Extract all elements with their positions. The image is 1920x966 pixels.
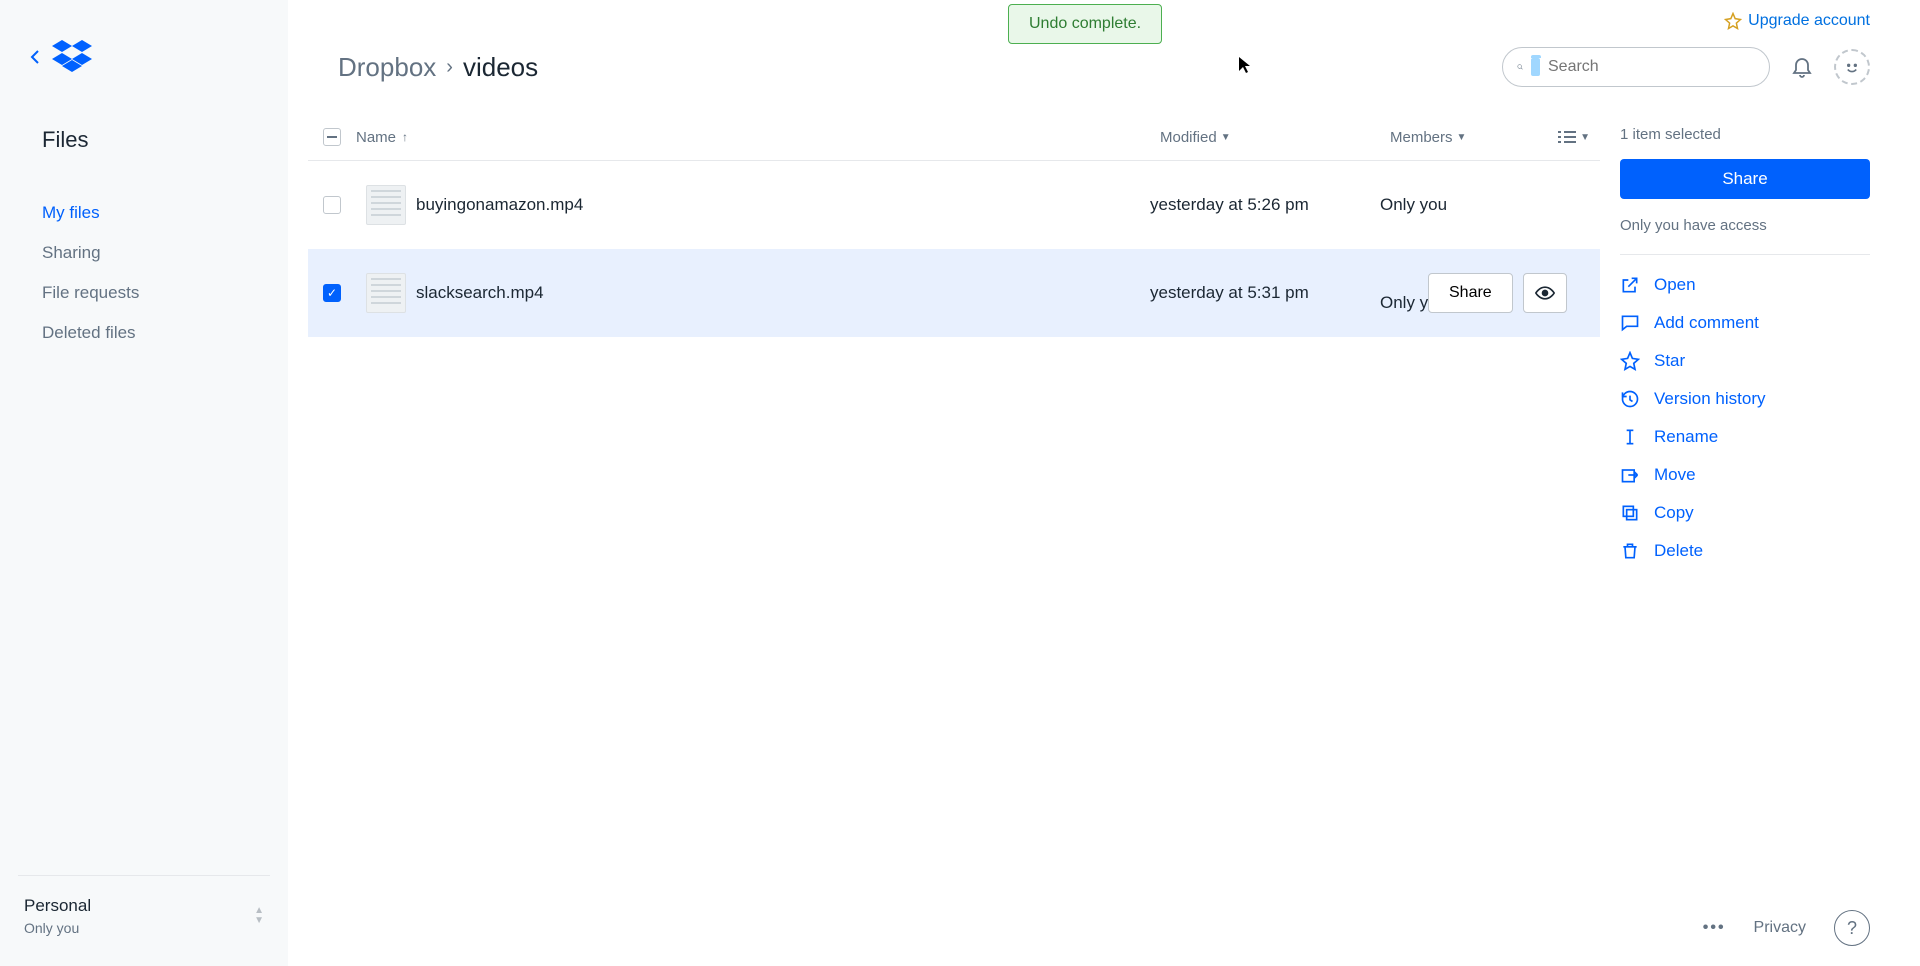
share-button[interactable]: Share <box>1620 159 1870 199</box>
detail-actions: Open Add comment Star Version history <box>1620 275 1870 561</box>
sidebar-nav-list: My files Sharing File requests Deleted f… <box>0 193 288 353</box>
column-modified[interactable]: Modified ▼ <box>1160 129 1390 146</box>
move-icon <box>1620 465 1640 485</box>
breadcrumb-root[interactable]: Dropbox <box>338 52 436 83</box>
sidebar-item-sharing[interactable]: Sharing <box>0 233 288 273</box>
account-sub: Only you <box>24 920 91 936</box>
breadcrumb: Dropbox › videos <box>338 52 538 83</box>
dropdown-caret-icon: ▼ <box>1221 132 1231 143</box>
account-avatar[interactable] <box>1834 49 1870 85</box>
table-header: Name ↑ Modified ▼ Members ▼ ▼ <box>308 120 1600 161</box>
chevron-right-icon: › <box>446 56 453 79</box>
detail-panel: 1 item selected Share Only you have acce… <box>1620 120 1870 966</box>
sidebar-section-title[interactable]: Files <box>0 127 288 153</box>
row-checkbox[interactable]: ✓ <box>323 284 341 302</box>
star-icon <box>1620 351 1640 371</box>
action-star[interactable]: Star <box>1620 351 1870 371</box>
select-all-checkbox[interactable] <box>323 128 341 146</box>
row-preview-button[interactable] <box>1523 273 1567 313</box>
selection-count: 1 item selected <box>1620 126 1870 143</box>
open-icon <box>1620 275 1640 295</box>
sidebar-item-my-files[interactable]: My files <box>0 193 288 233</box>
trash-icon <box>1620 541 1640 561</box>
file-row[interactable]: ✓ slacksearch.mp4 yesterday at 5:31 pm O… <box>308 249 1600 337</box>
sidebar: Files My files Sharing File requests Del… <box>0 0 288 966</box>
more-menu-icon[interactable]: ••• <box>1703 919 1726 937</box>
file-row[interactable]: buyingonamazon.mp4 yesterday at 5:26 pm … <box>308 161 1600 249</box>
account-name: Personal <box>24 896 91 916</box>
sort-asc-icon: ↑ <box>402 130 408 144</box>
action-copy[interactable]: Copy <box>1620 503 1870 523</box>
list-view-icon <box>1558 130 1576 144</box>
action-delete[interactable]: Delete <box>1620 541 1870 561</box>
action-open[interactable]: Open <box>1620 275 1870 295</box>
file-name[interactable]: buyingonamazon.mp4 <box>416 195 1150 215</box>
column-name[interactable]: Name ↑ <box>356 129 1160 146</box>
footer: ••• Privacy ? <box>1703 910 1870 946</box>
file-name[interactable]: slacksearch.mp4 <box>416 283 1150 303</box>
sidebar-item-file-requests[interactable]: File requests <box>0 273 288 313</box>
comment-icon <box>1620 313 1640 333</box>
topbar: Dropbox › videos <box>288 0 1920 100</box>
privacy-link[interactable]: Privacy <box>1754 919 1806 937</box>
row-checkbox[interactable] <box>323 196 341 214</box>
breadcrumb-current: videos <box>463 52 538 83</box>
updown-chevron-icon: ▲▼ <box>254 907 264 925</box>
video-thumbnail-icon <box>366 185 406 225</box>
video-thumbnail-icon <box>366 273 406 313</box>
action-move[interactable]: Move <box>1620 465 1870 485</box>
dropdown-caret-icon: ▼ <box>1580 132 1590 143</box>
action-rename[interactable]: Rename <box>1620 427 1870 447</box>
column-members[interactable]: Members ▼ <box>1390 129 1540 146</box>
dropdown-caret-icon: ▼ <box>1457 132 1467 143</box>
action-version-history[interactable]: Version history <box>1620 389 1870 409</box>
file-modified: yesterday at 5:26 pm <box>1150 195 1380 215</box>
main-area: Upgrade account Undo complete. Dropbox ›… <box>288 0 1920 966</box>
search-input[interactable] <box>1548 58 1755 76</box>
folder-scope-icon[interactable] <box>1531 58 1540 76</box>
eye-icon <box>1535 286 1555 300</box>
copy-icon <box>1620 503 1640 523</box>
search-box[interactable] <box>1502 47 1770 87</box>
sidebar-item-deleted-files[interactable]: Deleted files <box>0 313 288 353</box>
view-switcher[interactable]: ▼ <box>1540 130 1600 144</box>
file-members: Only you <box>1380 195 1530 215</box>
history-icon <box>1620 389 1640 409</box>
row-share-button[interactable]: Share <box>1428 273 1513 313</box>
notifications-bell-icon[interactable] <box>1790 54 1814 81</box>
dropbox-logo-icon[interactable] <box>52 40 92 77</box>
file-list-area: Name ↑ Modified ▼ Members ▼ ▼ <box>308 120 1600 966</box>
search-icon <box>1517 59 1523 75</box>
action-add-comment[interactable]: Add comment <box>1620 313 1870 333</box>
sidebar-account-switcher[interactable]: Personal Only you ▲▼ <box>18 875 270 966</box>
help-button[interactable]: ? <box>1834 910 1870 946</box>
rename-icon <box>1620 427 1640 447</box>
access-note: Only you have access <box>1620 217 1870 255</box>
file-modified: yesterday at 5:31 pm <box>1150 283 1380 303</box>
nav-back-chevron-icon[interactable] <box>30 50 40 67</box>
